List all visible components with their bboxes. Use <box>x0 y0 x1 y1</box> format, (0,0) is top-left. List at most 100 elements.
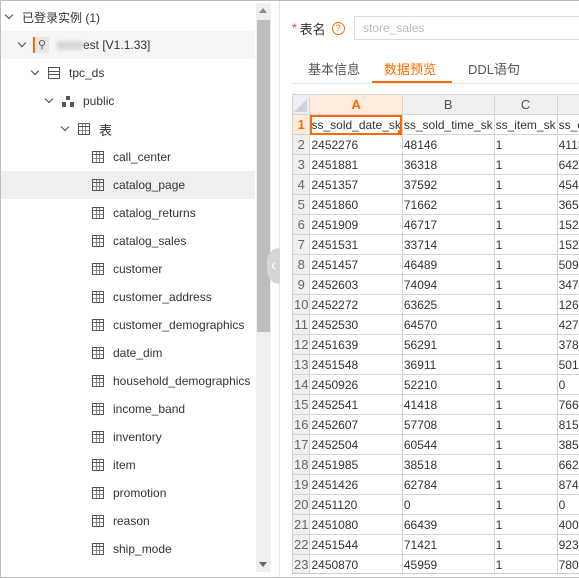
row-header[interactable]: 13 <box>292 354 311 375</box>
grid-cell[interactable]: 92386 <box>556 534 579 555</box>
tree-item-table[interactable]: reason <box>1 507 255 535</box>
row-header[interactable]: 7 <box>292 234 311 255</box>
grid-cell[interactable]: 2451531 <box>309 234 403 255</box>
grid-cell[interactable]: 2450870 <box>309 554 403 573</box>
row-header[interactable]: 10 <box>292 294 311 315</box>
grid-cell[interactable]: 50173 <box>556 354 579 375</box>
grid-cell[interactable]: 2451985 <box>309 454 403 475</box>
row-header[interactable]: 8 <box>292 254 311 275</box>
grid-cell[interactable]: 7804 <box>556 554 579 573</box>
tree-item-table[interactable]: promotion <box>1 479 255 507</box>
grid-cell[interactable]: 1 <box>493 294 558 315</box>
row-header[interactable]: 5 <box>292 194 311 215</box>
grid-cell[interactable]: 1 <box>493 454 558 475</box>
grid-cell[interactable]: 64570 <box>401 314 495 335</box>
tree-item-table[interactable]: catalog_sales <box>1 227 255 255</box>
grid-cell[interactable]: 63625 <box>401 294 495 315</box>
grid-cell[interactable]: 46489 <box>401 254 495 275</box>
column-header-d[interactable]: D <box>556 94 579 115</box>
tree-item-table[interactable]: customer_address <box>1 283 255 311</box>
grid-cell[interactable]: 2452530 <box>309 314 403 335</box>
row-header[interactable]: 15 <box>292 394 311 415</box>
grid-cell[interactable]: 0 <box>401 494 495 515</box>
tree-tables-folder[interactable]: 表 <box>1 115 255 143</box>
chevron-down-icon[interactable] <box>30 68 40 78</box>
grid-cell[interactable]: 5091 <box>556 254 579 275</box>
tree-root[interactable]: 已登录实例 (1) <box>1 3 255 31</box>
grid-cell[interactable]: 2451544 <box>309 534 403 555</box>
grid-cell[interactable]: 34740 <box>556 274 579 295</box>
grid-cell[interactable]: 7662 <box>556 394 579 415</box>
grid-cell[interactable]: 15257 <box>556 214 579 235</box>
grid-cell[interactable]: 40031 <box>556 514 579 535</box>
grid-cell[interactable]: 1 <box>493 334 558 355</box>
row-header[interactable]: 19 <box>292 474 311 495</box>
tree-item-table[interactable]: income_band <box>1 395 255 423</box>
tree-schema[interactable]: public <box>1 87 255 115</box>
grid-cell[interactable]: 41139 <box>556 134 579 155</box>
grid-cell[interactable]: 38518 <box>401 454 495 475</box>
grid-cell[interactable]: 38554 <box>556 434 579 455</box>
grid-cell[interactable]: 2452504 <box>309 434 403 455</box>
tab-data-preview[interactable]: 数据预览 <box>384 59 436 78</box>
tree-instance[interactable]: ⚲ est [V1.1.33] <box>1 31 255 59</box>
grid-cell-selected[interactable]: ss_sold_date_sk <box>309 114 403 135</box>
grid-cell[interactable]: 37592 <box>401 174 495 195</box>
grid-cell[interactable]: 1 <box>493 314 558 335</box>
grid-cell[interactable]: 2451909 <box>309 214 403 235</box>
grid-cell[interactable]: 1 <box>493 134 558 155</box>
grid-cell[interactable]: 2451881 <box>309 154 403 175</box>
grid-cell[interactable]: 874 <box>556 474 579 495</box>
scrollbar-thumb[interactable] <box>257 20 270 332</box>
grid-cell[interactable]: 36911 <box>401 354 495 375</box>
grid-cell[interactable]: 1 <box>493 474 558 495</box>
grid-cell[interactable]: 1 <box>493 174 558 195</box>
tree-item-table[interactable]: date_dim <box>1 339 255 367</box>
row-header[interactable]: 18 <box>292 454 311 475</box>
grid-cell[interactable]: 1 <box>493 434 558 455</box>
grid-cell[interactable]: 71662 <box>401 194 495 215</box>
grid-cell[interactable]: 2450926 <box>309 374 403 395</box>
grid-cell[interactable]: 1 <box>493 234 558 255</box>
row-header[interactable]: 20 <box>292 494 311 515</box>
grid-cell[interactable]: 1 <box>493 374 558 395</box>
row-header[interactable]: 16 <box>292 414 311 435</box>
row-header[interactable]: 1 <box>292 114 311 135</box>
grid-cell[interactable]: 2452541 <box>309 394 403 415</box>
row-header[interactable]: 23 <box>292 554 311 573</box>
grid-cell[interactable]: 0 <box>556 374 579 395</box>
column-header-a[interactable]: A <box>309 94 403 115</box>
tree-item-table[interactable]: customer_demographics <box>1 311 255 339</box>
grid-cell[interactable]: 45959 <box>401 554 495 573</box>
row-header[interactable]: 2 <box>292 134 311 155</box>
grid-cell[interactable]: 36318 <box>401 154 495 175</box>
grid-cell[interactable]: 1 <box>493 194 558 215</box>
grid-cell[interactable]: 2452607 <box>309 414 403 435</box>
grid-cell[interactable]: 2451548 <box>309 354 403 375</box>
grid-cell[interactable]: 1 <box>493 394 558 415</box>
grid-cell[interactable]: 45446 <box>556 174 579 195</box>
row-header[interactable]: 22 <box>292 534 311 555</box>
tree-scrollbar[interactable] <box>256 3 271 572</box>
grid-cell[interactable]: 1 <box>493 354 558 375</box>
row-header[interactable]: 11 <box>292 314 311 335</box>
grid-cell[interactable]: 46717 <box>401 214 495 235</box>
row-header[interactable]: 17 <box>292 434 311 455</box>
grid-cell[interactable]: 2451120 <box>309 494 403 515</box>
grid-cell[interactable]: 15233 <box>556 234 579 255</box>
select-all-corner[interactable] <box>292 94 311 115</box>
chevron-down-icon[interactable] <box>4 12 14 22</box>
grid-cell[interactable]: 41418 <box>401 394 495 415</box>
grid-cell[interactable]: 1 <box>493 534 558 555</box>
tree-item-table[interactable]: item <box>1 451 255 479</box>
grid-cell[interactable]: 1 <box>493 254 558 275</box>
grid-cell[interactable]: 1 <box>493 154 558 175</box>
column-header-b[interactable]: B <box>401 94 495 115</box>
tab-ddl[interactable]: DDL语句 <box>468 59 520 78</box>
row-header[interactable]: 4 <box>292 174 311 195</box>
grid-cell[interactable]: 56291 <box>401 334 495 355</box>
grid-cell[interactable]: 2451457 <box>309 254 403 275</box>
chevron-down-icon[interactable] <box>17 40 27 50</box>
help-icon[interactable]: ? <box>331 21 345 35</box>
tree-item-table[interactable]: catalog_page <box>1 171 255 199</box>
